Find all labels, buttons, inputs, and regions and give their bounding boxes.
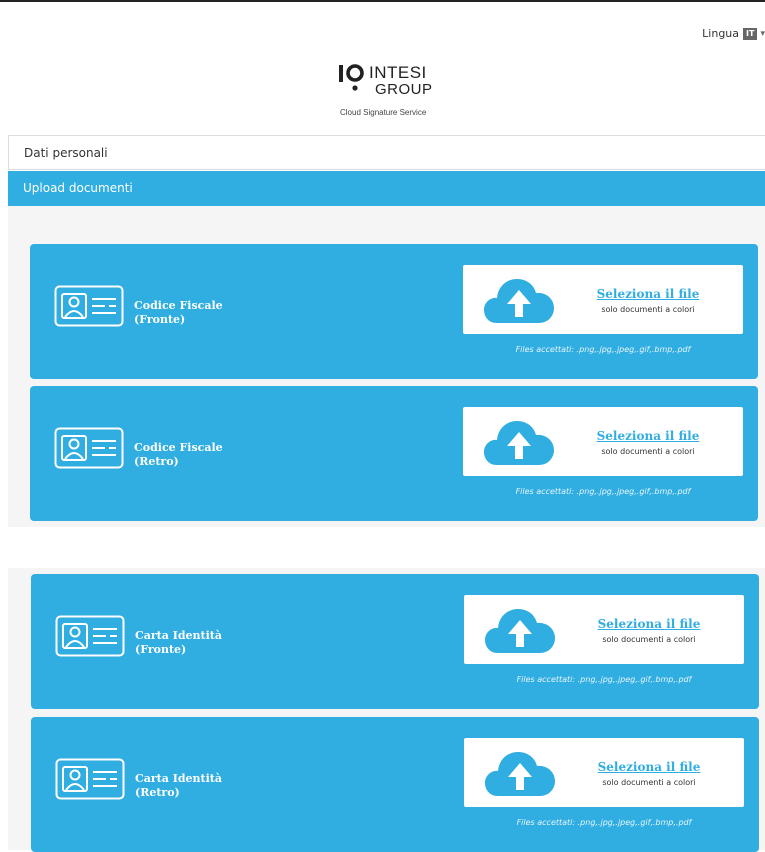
language-label: Lingua: [702, 27, 740, 40]
accepted-file-types: Files accettati: .png,.jpg,.jpeg,.gif,.b…: [515, 487, 691, 496]
document-title: Codice Fiscale (Fronte): [134, 299, 223, 327]
logo-word-group: GROUP: [375, 81, 433, 98]
file-drop-zone[interactable]: Seleziona il file solo documenti a color…: [463, 265, 743, 334]
document-title-line2: (Retro): [135, 786, 180, 799]
intesi-group-logo: INTESI GROUP Cloud Signature Service: [338, 56, 468, 120]
document-title: Carta Identità (Fronte): [135, 629, 222, 657]
id-card-icon: [55, 758, 125, 800]
language-selector[interactable]: Lingua IT ▾: [702, 27, 765, 40]
upload-card-codice-fiscale-fronte: Codice Fiscale (Fronte) Seleziona il fil…: [30, 244, 758, 379]
document-title-line2: (Retro): [134, 455, 179, 468]
id-card-icon: [55, 615, 125, 657]
file-drop-zone[interactable]: Seleziona il file solo documenti a color…: [464, 595, 744, 664]
accepted-file-types: Files accettati: .png,.jpg,.jpeg,.gif,.b…: [516, 675, 692, 684]
document-title-line1: Codice Fiscale: [134, 441, 223, 454]
panel-upload-documents[interactable]: Upload documenti: [8, 171, 765, 206]
top-border: [0, 0, 765, 2]
file-drop-zone[interactable]: Seleziona il file solo documenti a color…: [464, 738, 744, 807]
color-documents-note: solo documenti a colori: [601, 305, 695, 314]
select-file-link[interactable]: Seleziona il file: [594, 617, 704, 631]
cloud-upload-icon[interactable]: [484, 607, 556, 655]
cloud-upload-icon[interactable]: [483, 419, 555, 467]
cloud-upload-icon[interactable]: [483, 277, 555, 325]
panel-personal-data[interactable]: Dati personali: [8, 135, 765, 170]
document-title-line1: Carta Identità: [135, 772, 223, 785]
cloud-upload-icon[interactable]: [484, 750, 556, 798]
document-title: Carta Identità (Retro): [135, 772, 222, 800]
id-card-icon: [54, 285, 124, 327]
upload-card-carta-identita-retro: Carta Identità (Retro) Seleziona il file…: [31, 717, 759, 852]
upload-card-codice-fiscale-retro: Codice Fiscale (Retro) Seleziona il file…: [30, 386, 758, 521]
logo-tagline: Cloud Signature Service: [340, 108, 427, 117]
language-flag-badge: IT: [743, 27, 758, 40]
select-file-link[interactable]: Seleziona il file: [593, 429, 703, 443]
chevron-down-icon: ▾: [760, 28, 765, 39]
select-file-link[interactable]: Seleziona il file: [593, 287, 703, 301]
document-title: Codice Fiscale (Retro): [134, 441, 223, 469]
panel-upload-documents-label: Upload documenti: [23, 181, 133, 195]
color-documents-note: solo documenti a colori: [601, 447, 695, 456]
file-drop-zone[interactable]: Seleziona il file solo documenti a color…: [463, 407, 743, 476]
upload-card-carta-identita-fronte: Carta Identità (Fronte) Seleziona il fil…: [31, 574, 759, 709]
color-documents-note: solo documenti a colori: [602, 778, 696, 787]
panel-personal-data-label: Dati personali: [24, 146, 108, 160]
id-card-icon: [54, 427, 124, 469]
accepted-file-types: Files accettati: .png,.jpg,.jpeg,.gif,.b…: [515, 345, 691, 354]
document-title-line1: Carta Identità: [135, 629, 223, 642]
document-title-line2: (Fronte): [134, 313, 186, 326]
document-title-line1: Codice Fiscale: [134, 299, 223, 312]
io-logo-mark-icon: [339, 64, 364, 91]
logo-word-intesi: INTESI: [369, 63, 427, 82]
accepted-file-types: Files accettati: .png,.jpg,.jpeg,.gif,.b…: [516, 818, 692, 827]
color-documents-note: solo documenti a colori: [602, 635, 696, 644]
document-title-line2: (Fronte): [135, 643, 187, 656]
select-file-link[interactable]: Seleziona il file: [594, 760, 704, 774]
